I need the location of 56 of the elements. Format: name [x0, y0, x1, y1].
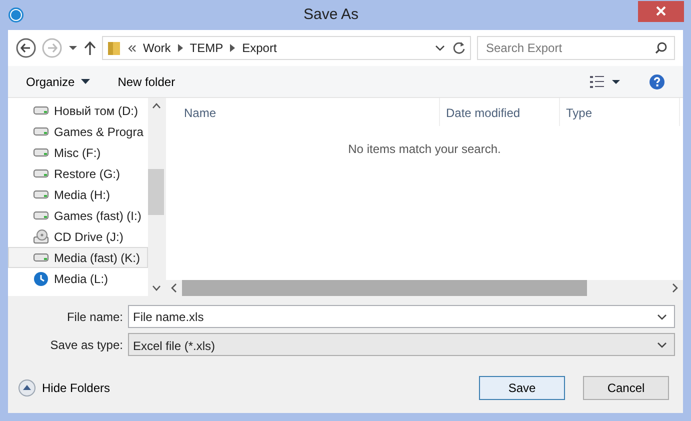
- list-view-icon[interactable]: [589, 74, 605, 88]
- sidebar-item[interactable]: Media (H:): [8, 184, 148, 205]
- empty-message: No items match your search.: [348, 142, 501, 156]
- organize-menu[interactable]: Organize: [26, 72, 90, 90]
- search-icon: [655, 42, 667, 54]
- sidebar-item[interactable]: Новый том (D:): [8, 100, 148, 121]
- file-name-field[interactable]: File name.xls: [128, 305, 675, 328]
- back-button[interactable]: [16, 38, 36, 58]
- scrollbar-thumb[interactable]: [182, 280, 587, 296]
- scroll-down-icon[interactable]: [152, 285, 160, 291]
- recent-caret-icon[interactable]: [68, 45, 78, 51]
- dropdown-caret-icon[interactable]: [657, 342, 667, 348]
- caret-icon[interactable]: [80, 79, 90, 84]
- up-arrow-icon[interactable]: [84, 41, 96, 55]
- dropdown-caret-icon[interactable]: [657, 314, 667, 320]
- caret-icon[interactable]: [611, 78, 621, 84]
- sidebar-item[interactable]: CD Drive (J:): [8, 226, 148, 247]
- save-type-label: Save as type:: [49, 336, 124, 354]
- column-header[interactable]: Type: [560, 98, 680, 126]
- new-folder-button[interactable]: New folder: [118, 72, 176, 90]
- save-button[interactable]: Save: [479, 376, 565, 400]
- sidebar-item[interactable]: Games & Progra: [8, 121, 148, 142]
- view-options-button[interactable]: [589, 74, 621, 88]
- scroll-up-icon[interactable]: [152, 103, 160, 109]
- cd-drive-icon: [33, 228, 49, 244]
- close-button[interactable]: [638, 0, 684, 22]
- separator-icon[interactable]: [230, 44, 236, 52]
- sidebar-item[interactable]: Media (L:): [8, 268, 148, 289]
- sidebar-item[interactable]: Misc (F:): [8, 142, 148, 163]
- clock-icon: [33, 270, 49, 286]
- dropdown-caret-icon[interactable]: [435, 45, 445, 51]
- address-bar[interactable]: Work TEMP Export: [102, 36, 471, 60]
- search-field[interactable]: Search Export: [477, 36, 675, 60]
- hide-folders-button[interactable]: Hide Folders: [18, 379, 110, 397]
- folder-icon: [107, 40, 121, 56]
- column-header[interactable]: Date modified: [440, 98, 560, 126]
- refresh-icon[interactable]: [452, 41, 466, 55]
- help-icon[interactable]: [649, 74, 665, 90]
- double-chevron-icon[interactable]: [128, 44, 136, 52]
- sidebar-item[interactable]: Media (fast) (K:): [8, 247, 148, 268]
- horizontal-scrollbar[interactable]: [166, 280, 683, 296]
- column-header[interactable]: Name: [166, 98, 440, 126]
- sidebar-item[interactable]: Restore (G:): [8, 163, 148, 184]
- breadcrumb-item[interactable]: Export: [242, 39, 277, 57]
- close-icon[interactable]: [656, 6, 666, 16]
- scrollbar-thumb[interactable]: [148, 169, 164, 215]
- sidebar-item[interactable]: Games (fast) (I:): [8, 205, 148, 226]
- window-title: Save As: [302, 4, 360, 25]
- save-type-dropdown[interactable]: Excel file (*.xls): [128, 333, 675, 356]
- breadcrumb-item[interactable]: TEMP: [190, 39, 224, 57]
- file-name-label: File name:: [66, 308, 124, 326]
- vertical-scrollbar[interactable]: [148, 98, 164, 296]
- cancel-button[interactable]: Cancel: [583, 376, 669, 400]
- breadcrumb-item[interactable]: Work: [143, 39, 171, 57]
- app-logo-icon: [8, 7, 24, 23]
- separator-icon[interactable]: [178, 44, 183, 52]
